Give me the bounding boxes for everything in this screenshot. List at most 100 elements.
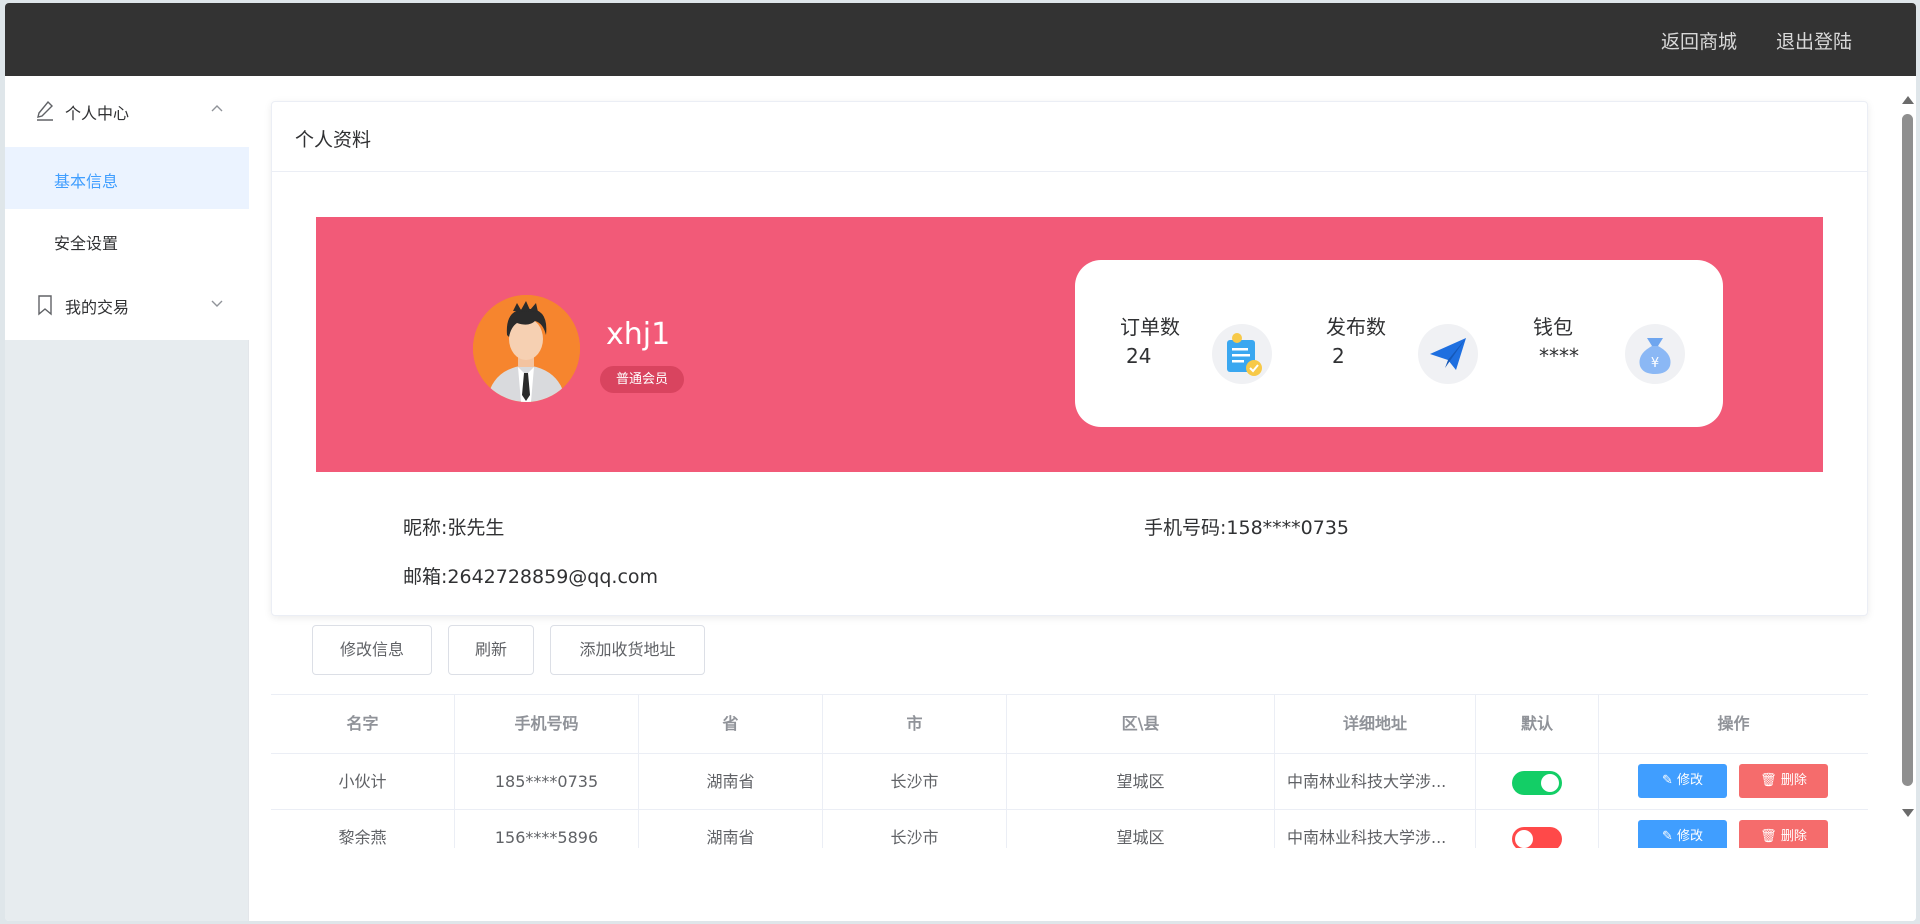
edit-label: 修改	[1677, 773, 1704, 788]
nickname-value: 张先生	[447, 517, 505, 539]
edit-address-button[interactable]: ✎ 修改	[1638, 764, 1727, 798]
cell-city: 长沙市	[823, 810, 1007, 848]
cell-province: 湖南省	[639, 810, 823, 848]
column-header: 操作	[1717, 714, 1750, 733]
back-to-shop-link[interactable]: 返回商城	[1661, 27, 1737, 54]
cell-phone: 156****5896	[455, 810, 639, 848]
sidebar-item-label: 安全设置	[54, 234, 119, 253]
nickname-label: 昵称:	[403, 517, 448, 539]
delete-address-button[interactable]: 🗑 删除	[1739, 820, 1828, 848]
cell-name: 黎余燕	[271, 810, 455, 848]
email-row: 邮箱:2642728859@qq.com	[403, 562, 658, 589]
refresh-button[interactable]: 刷新	[448, 625, 534, 675]
stat-wallet[interactable]: 钱包 **** ¥	[1533, 260, 1733, 427]
stat-value: 24	[1126, 344, 1152, 368]
delete-label: 删除	[1780, 773, 1807, 788]
edit-info-button[interactable]: 修改信息	[312, 625, 432, 675]
username: xhj1	[606, 317, 671, 352]
table-row: 小伙计 185****0735 湖南省 长沙市 望城区 中南林业科技大学涉...…	[271, 754, 1868, 810]
sidebar-item-basic-info[interactable]: 基本信息	[5, 147, 249, 209]
sidebar-menu: 个人中心 基本信息 安全设置 我的交易	[5, 76, 249, 340]
money-bag-icon: ¥	[1625, 324, 1685, 384]
table-header: 名字 手机号码 省 市 区\县 详细地址 默认 操作	[271, 694, 1868, 754]
email-label: 邮箱:	[403, 566, 448, 588]
member-level-badge: 普通会员	[600, 366, 685, 393]
app-window: 返回商城 退出登陆 个人中心 基本信息 安全设置 我的交易 个人资料 xhj1 …	[5, 3, 1916, 921]
delete-label: 删除	[1780, 829, 1807, 844]
cell-name: 小伙计	[271, 754, 455, 809]
scroll-area: 个人资料 xhj1 普通会员 订单数 24 发布数 2 钱包 **** ¥ 昵称…	[249, 76, 1899, 848]
sidebar-item-label: 基本信息	[54, 172, 119, 191]
delete-address-button[interactable]: 🗑 删除	[1739, 764, 1828, 798]
cell-district: 望城区	[1007, 810, 1275, 848]
card-header: 个人资料	[272, 102, 1867, 172]
profile-card: 个人资料 xhj1 普通会员 订单数 24 发布数 2 钱包 **** ¥ 昵称…	[271, 101, 1868, 616]
cell-city: 长沙市	[823, 754, 1007, 809]
cell-actions: ✎ 修改 🗑 删除	[1599, 754, 1868, 809]
scroll-up-arrow-icon[interactable]	[1902, 96, 1914, 104]
column-header: 详细地址	[1275, 695, 1476, 753]
chevron-up-icon	[211, 105, 223, 112]
chevron-down-icon	[211, 300, 223, 307]
cell-actions: ✎ 修改 🗑 删除	[1599, 810, 1868, 848]
stat-label: 发布数	[1326, 315, 1386, 339]
scroll-thumb[interactable]	[1902, 114, 1913, 786]
stat-published[interactable]: 发布数 2	[1326, 260, 1526, 427]
edit-label: 修改	[1677, 829, 1704, 844]
main-content: 个人资料 xhj1 普通会员 订单数 24 发布数 2 钱包 **** ¥ 昵称…	[249, 76, 1916, 921]
column-header: 区\县	[1007, 695, 1275, 753]
toggle-knob	[1541, 774, 1559, 792]
default-toggle[interactable]	[1512, 771, 1562, 795]
add-address-button[interactable]: 添加收货地址	[550, 625, 705, 675]
vertical-scrollbar[interactable]	[1899, 93, 1916, 819]
stat-label: 订单数	[1120, 315, 1180, 339]
paper-plane-icon	[1418, 324, 1478, 384]
cell-phone: 185****0735	[455, 754, 639, 809]
table-row: 黎余燕 156****5896 湖南省 长沙市 望城区 中南林业科技大学涉...…	[271, 810, 1868, 848]
trash-icon: 🗑	[1760, 773, 1781, 788]
card-title: 个人资料	[295, 129, 372, 151]
column-header: 市	[823, 695, 1007, 753]
sidebar: 个人中心 基本信息 安全设置 我的交易	[5, 76, 249, 921]
edit-icon: ✎	[1661, 829, 1677, 844]
edit-icon	[37, 100, 53, 121]
stat-orders[interactable]: 订单数 24	[1120, 260, 1320, 427]
edit-address-button[interactable]: ✎ 修改	[1638, 820, 1727, 848]
phone-value: 158****0735	[1226, 517, 1350, 539]
column-header: 名字	[271, 695, 455, 753]
phone-label: 手机号码:	[1144, 517, 1227, 539]
svg-text:¥: ¥	[1651, 356, 1659, 371]
cell-province: 湖南省	[639, 754, 823, 809]
bookmark-icon	[38, 295, 52, 316]
toggle-knob	[1515, 830, 1533, 848]
profile-banner: xhj1 普通会员 订单数 24 发布数 2 钱包 **** ¥	[316, 217, 1823, 472]
cell-district: 望城区	[1007, 754, 1275, 809]
cell-detail-address: 中南林业科技大学涉...	[1275, 810, 1476, 848]
email-value: 2642728859@qq.com	[447, 566, 659, 588]
top-navbar: 返回商城 退出登陆	[5, 3, 1916, 76]
cell-default	[1476, 810, 1599, 848]
default-toggle[interactable]	[1512, 827, 1562, 848]
scroll-down-arrow-icon[interactable]	[1902, 809, 1914, 817]
avatar	[473, 295, 580, 402]
order-clipboard-icon	[1212, 324, 1272, 384]
menu-group-label: 我的交易	[65, 298, 130, 317]
cell-detail-address: 中南林业科技大学涉...	[1275, 754, 1476, 809]
trash-icon: 🗑	[1760, 829, 1781, 844]
edit-icon: ✎	[1661, 773, 1677, 788]
logout-link[interactable]: 退出登陆	[1776, 27, 1852, 54]
column-header: 默认	[1476, 695, 1599, 753]
menu-group-my-trades[interactable]: 我的交易	[5, 271, 249, 340]
user-avatar-icon	[473, 295, 580, 402]
stat-label: 钱包	[1533, 315, 1573, 339]
sidebar-item-security[interactable]: 安全设置	[5, 209, 249, 271]
stat-value: ****	[1539, 344, 1579, 368]
column-header: 手机号码	[455, 695, 639, 753]
stat-value: 2	[1332, 344, 1345, 368]
stats-panel: 订单数 24 发布数 2 钱包 **** ¥	[1075, 260, 1723, 427]
menu-group-personal-center[interactable]: 个人中心	[5, 76, 249, 147]
phone-row: 手机号码:158****0735	[1144, 513, 1349, 540]
menu-group-label: 个人中心	[65, 104, 130, 123]
nickname-row: 昵称:张先生	[403, 513, 504, 540]
column-header: 省	[639, 695, 823, 753]
